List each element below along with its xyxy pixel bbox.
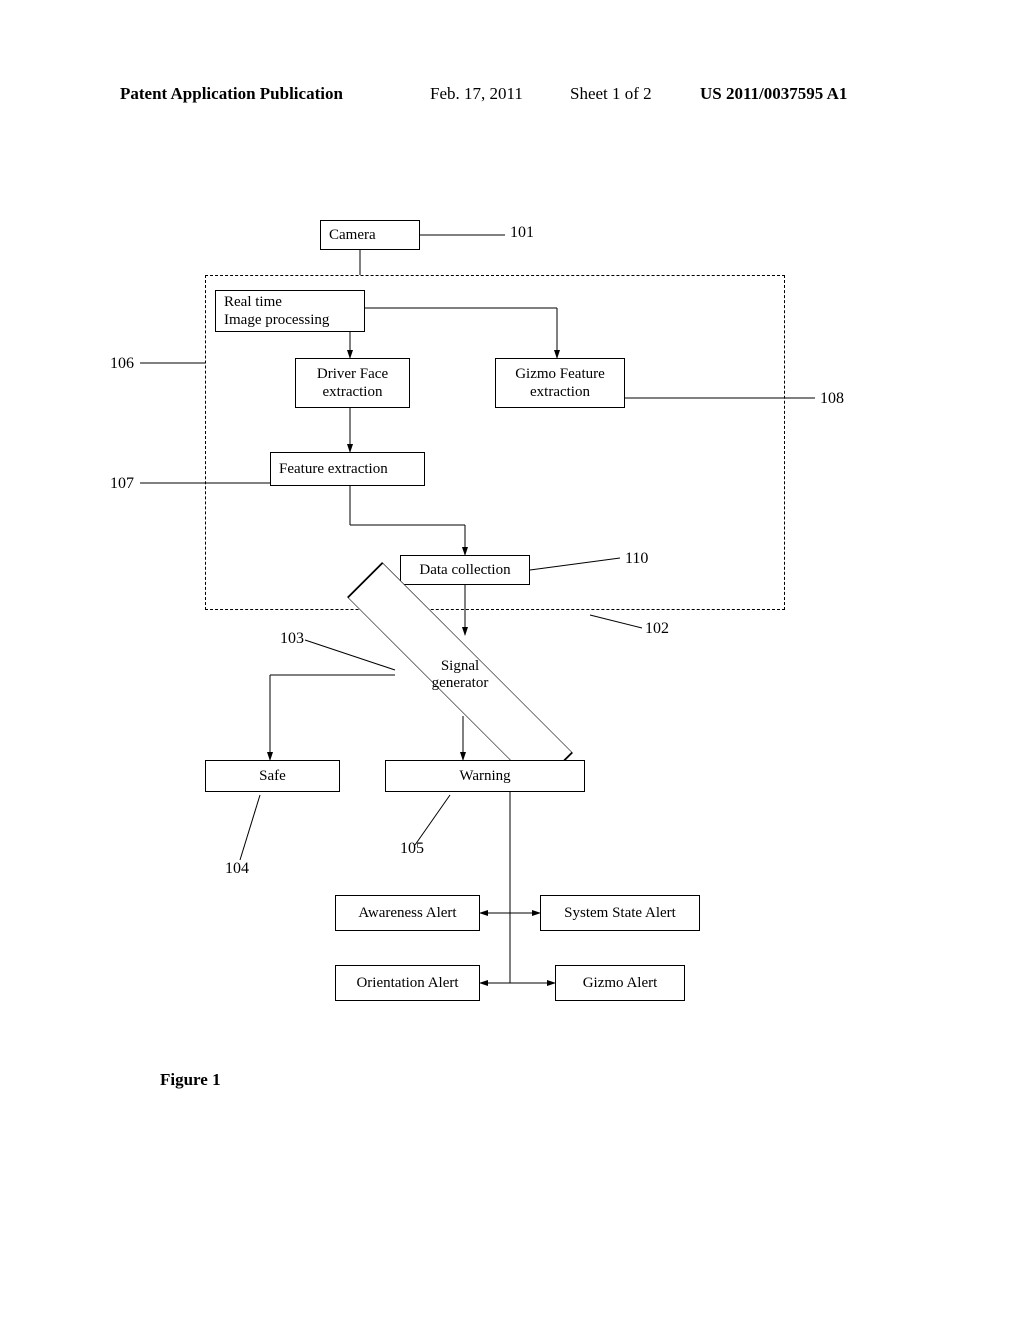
safe-label: Safe xyxy=(259,767,286,785)
signal-l1: Signal xyxy=(441,658,479,674)
diamond-signal-generator: Signal generator xyxy=(385,630,535,720)
realtime-l2: Image processing xyxy=(224,311,356,329)
box-data-collection: Data collection xyxy=(400,555,530,585)
box-camera: Camera xyxy=(320,220,420,250)
systemstate-label: System State Alert xyxy=(564,904,676,922)
header-pubnum: US 2011/0037595 A1 xyxy=(700,84,847,104)
gizmo-l2: extraction xyxy=(530,383,590,401)
box-gizmo-alert: Gizmo Alert xyxy=(555,965,685,1001)
header-sheet: Sheet 1 of 2 xyxy=(570,84,652,104)
ref-106: 106 xyxy=(110,355,134,373)
box-safe: Safe xyxy=(205,760,340,792)
box-orientation-alert: Orientation Alert xyxy=(335,965,480,1001)
ref-104: 104 xyxy=(225,860,249,878)
box-camera-label: Camera xyxy=(329,226,411,244)
ref-102: 102 xyxy=(645,620,669,638)
signal-l2: generator xyxy=(432,675,489,691)
warning-label: Warning xyxy=(459,767,510,785)
header-date: Feb. 17, 2011 xyxy=(430,84,523,104)
diamond-label: Signal generator xyxy=(432,658,489,693)
driverface-l1: Driver Face xyxy=(317,365,388,383)
ref-110: 110 xyxy=(625,550,648,568)
ref-107: 107 xyxy=(110,475,134,493)
gizmoalert-label: Gizmo Alert xyxy=(583,974,658,992)
feature-label: Feature extraction xyxy=(279,460,416,478)
header-left: Patent Application Publication xyxy=(120,84,343,104)
figure-caption: Figure 1 xyxy=(160,1070,221,1090)
ref-103: 103 xyxy=(280,630,304,648)
awareness-label: Awareness Alert xyxy=(358,904,456,922)
realtime-l1: Real time xyxy=(224,293,356,311)
ref-108: 108 xyxy=(820,390,844,408)
ref-105: 105 xyxy=(400,840,424,858)
datacoll-label: Data collection xyxy=(419,561,510,579)
driverface-l2: extraction xyxy=(323,383,383,401)
box-gizmo-feature: Gizmo Feature extraction xyxy=(495,358,625,408)
box-system-state-alert: System State Alert xyxy=(540,895,700,931)
ref-101: 101 xyxy=(510,224,534,242)
flowchart-diagram: Camera Real time Image processing Driver… xyxy=(0,200,1024,1200)
orientation-label: Orientation Alert xyxy=(356,974,458,992)
gizmo-l1: Gizmo Feature xyxy=(515,365,605,383)
box-warning: Warning xyxy=(385,760,585,792)
box-awareness-alert: Awareness Alert xyxy=(335,895,480,931)
box-feature-extraction: Feature extraction xyxy=(270,452,425,486)
box-realtime: Real time Image processing xyxy=(215,290,365,332)
box-driver-face: Driver Face extraction xyxy=(295,358,410,408)
